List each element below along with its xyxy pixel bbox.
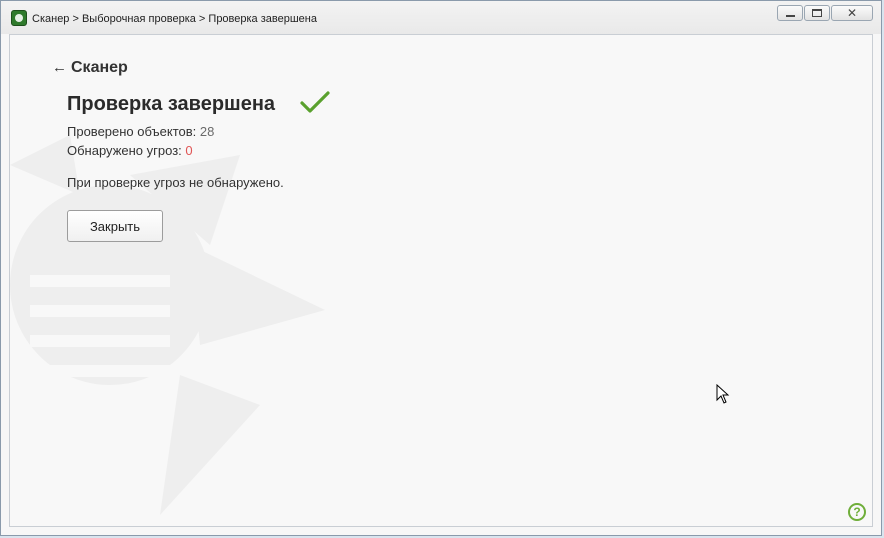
mouse-cursor-icon bbox=[716, 384, 730, 404]
minimize-button[interactable] bbox=[777, 5, 803, 21]
title-bar[interactable]: Сканер > Выборочная проверка > Проверка … bbox=[1, 1, 881, 34]
minimize-icon bbox=[786, 15, 795, 17]
checked-objects-value: 28 bbox=[199, 124, 215, 139]
spider-logo-watermark-icon bbox=[10, 135, 325, 515]
back-to-scanner-link[interactable]: ← Сканер bbox=[52, 59, 128, 77]
maximize-icon bbox=[812, 9, 822, 17]
window-controls: ✕ bbox=[777, 5, 873, 21]
dr-web-spider-icon bbox=[11, 10, 27, 26]
threats-found-stat: Обнаружено угроз: 0 bbox=[67, 143, 193, 158]
back-link-label: Сканер bbox=[71, 59, 128, 76]
threats-found-value: 0 bbox=[185, 143, 193, 158]
content-panel: ← Сканер Проверка завершена Проверено об… bbox=[9, 34, 873, 527]
help-icon[interactable]: ? bbox=[848, 503, 866, 521]
checked-objects-stat: Проверено объектов: 28 bbox=[67, 124, 214, 139]
window-title: Сканер > Выборочная проверка > Проверка … bbox=[32, 13, 317, 25]
app-window: Сканер > Выборочная проверка > Проверка … bbox=[0, 0, 882, 536]
back-arrow-icon: ← bbox=[52, 59, 67, 76]
scan-result-message: При проверке угроз не обнаружено. bbox=[67, 175, 284, 190]
page-title: Проверка завершена bbox=[67, 93, 276, 115]
check-icon bbox=[300, 91, 330, 113]
close-window-button[interactable]: ✕ bbox=[831, 5, 873, 21]
maximize-button[interactable] bbox=[804, 5, 830, 21]
checked-objects-label: Проверено объектов: bbox=[67, 124, 200, 139]
close-button[interactable]: Закрыть bbox=[67, 210, 163, 242]
threats-found-label: Обнаружено угроз: bbox=[67, 143, 186, 158]
close-icon: ✕ bbox=[846, 6, 858, 20]
